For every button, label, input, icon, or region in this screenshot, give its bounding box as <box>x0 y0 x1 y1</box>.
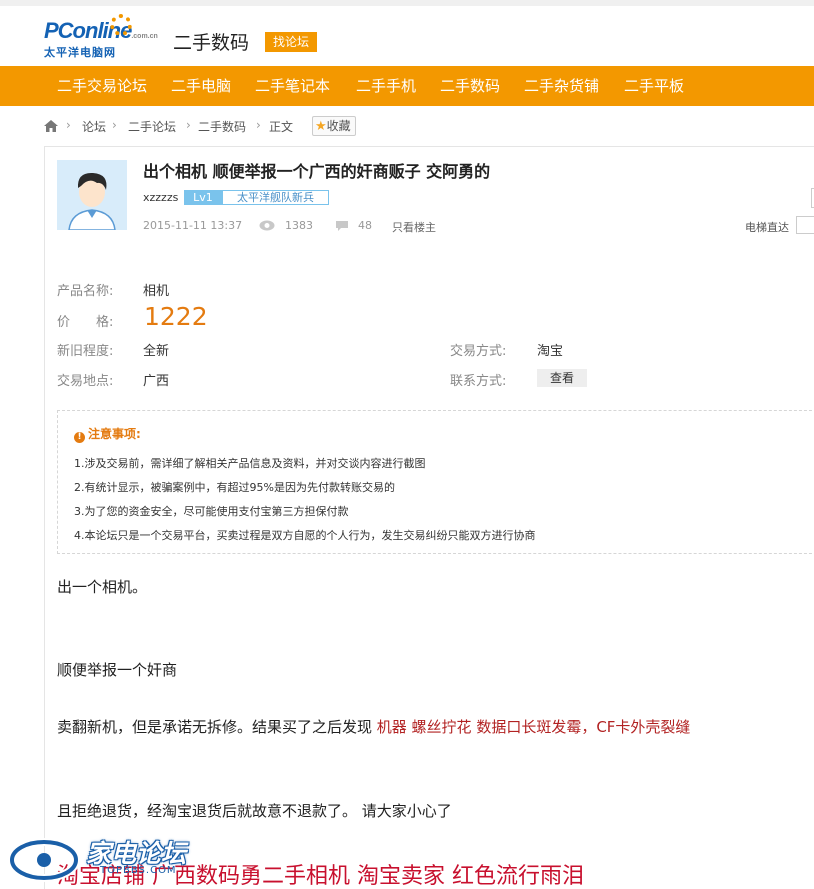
elevator-input[interactable] <box>796 216 814 234</box>
gear-icon <box>110 14 132 36</box>
favorite-button[interactable]: ★收藏 <box>312 116 356 136</box>
breadcrumb-separator: › <box>186 118 191 132</box>
nav-item-tablets[interactable]: 二手平板 <box>624 66 684 106</box>
site-title[interactable]: 二手数码 <box>173 28 249 55</box>
forum-watermark: 家电论坛 TOPBBS.COM <box>8 832 208 889</box>
comment-icon <box>336 221 348 231</box>
breadcrumb-separator: › <box>66 118 71 132</box>
breadcrumb-forum[interactable]: 论坛 <box>82 118 106 135</box>
product-name-label: 产品名称: <box>57 284 114 299</box>
content-paragraph: 卖翻新机，但是承诺无拆修。结果买了之后发现 机器 螺丝拧花 数据口长斑发霉，CF… <box>57 718 691 736</box>
notice-line: 3.为了您的资金安全，尽可能使用支付宝第三方担保付款 <box>74 505 349 518</box>
content-paragraph: 且拒绝退货，经淘宝退货后就故意不退款了。 请大家小心了 <box>57 802 452 820</box>
main-nav: 二手交易论坛 二手电脑 二手笔记本 二手手机 二手数码 二手杂货铺 二手平板 <box>0 66 814 106</box>
breadcrumb-current: 正文 <box>269 120 294 134</box>
view-contact-button[interactable]: 查看 <box>537 369 587 387</box>
trade-method-value: 淘宝 <box>537 344 564 359</box>
watermark-url: TOPBBS.COM <box>100 865 177 876</box>
logo-subtitle: 太平洋电脑网 <box>44 46 116 59</box>
only-op-link[interactable]: 只看楼主 <box>392 219 436 235</box>
contact-label: 联系方式: <box>450 374 507 389</box>
post-title: 出个相机 顺便举报一个广西的奸商贩子 交阿勇的 <box>143 162 491 181</box>
nav-item-laptops[interactable]: 二手笔记本 <box>255 66 330 106</box>
nav-item-digital[interactable]: 二手数码 <box>440 66 500 106</box>
condition-value: 全新 <box>143 344 170 359</box>
rank-badge: 太平洋舰队新兵 <box>222 190 329 205</box>
location-value: 广西 <box>143 374 170 389</box>
condition-label: 新旧程度: <box>57 344 114 359</box>
notice-line: 2.有统计显示，被骗案例中，有超过95%是因为先付款转账交易的 <box>74 481 395 494</box>
content-paragraph: 顺便举报一个奸商 <box>57 661 178 679</box>
price-label: 价 格: <box>57 315 114 330</box>
product-name: 相机 <box>143 284 170 299</box>
notice-box: ! 注意事项: 1.涉及交易前，需详细了解相关产品信息及资料，并对交谈内容进行截图… <box>57 410 814 554</box>
trade-method-label: 交易方式: <box>450 344 507 359</box>
level-badge: Lv1 <box>184 190 222 205</box>
content-paragraph: 出一个相机。 <box>57 578 148 596</box>
reply-count: 48 <box>358 219 372 232</box>
star-icon: ★ <box>315 119 327 134</box>
breadcrumb-separator: › <box>112 118 117 132</box>
nav-item-trade-forum[interactable]: 二手交易论坛 <box>57 66 147 106</box>
favorite-label: 收藏 <box>326 119 351 133</box>
location-label: 交易地点: <box>57 374 114 389</box>
find-forum-button[interactable]: 找论坛 <box>265 32 318 52</box>
pconline-logo[interactable]: PConline.com.cn 太平洋电脑网 <box>44 14 158 62</box>
defect-description: 机器 螺丝拧花 数据口长斑发霉，CF卡外壳裂缝 <box>376 718 691 736</box>
price-value: 1222 <box>144 302 208 331</box>
nav-item-phones[interactable]: 二手手机 <box>356 66 416 106</box>
notice-line: 1.涉及交易前，需详细了解相关产品信息及资料，并对交谈内容进行截图 <box>74 457 426 470</box>
nav-item-computers[interactable]: 二手电脑 <box>171 66 231 106</box>
view-count: 1383 <box>285 219 313 232</box>
author-name[interactable]: xzzzzs <box>143 191 178 204</box>
notice-title: ! 注意事项: <box>74 425 141 443</box>
elevator-label: 电梯直达 <box>745 221 789 234</box>
eye-icon <box>259 220 275 231</box>
breadcrumb-used-digital[interactable]: 二手数码 <box>198 118 246 135</box>
notice-line: 4.本论坛只是一个交易平台，买卖过程是双方自愿的个人行为，发生交易纠纷只能双方进… <box>74 529 536 542</box>
warning-icon: ! <box>74 432 85 443</box>
avatar[interactable] <box>57 160 127 230</box>
home-icon[interactable] <box>44 120 58 132</box>
post-datetime: 2015-11-11 13:37 <box>143 219 243 232</box>
avatar-person-icon <box>57 160 127 230</box>
breadcrumb-used-forum[interactable]: 二手论坛 <box>128 118 176 135</box>
top-header: PConline.com.cn 太平洋电脑网 二手数码 找论坛 <box>0 0 814 66</box>
breadcrumb-separator: › <box>256 118 261 132</box>
logo-wordmark: PConline.com.cn <box>44 18 158 43</box>
nav-item-misc[interactable]: 二手杂货铺 <box>524 66 599 106</box>
watermark-logo-icon <box>8 838 80 882</box>
